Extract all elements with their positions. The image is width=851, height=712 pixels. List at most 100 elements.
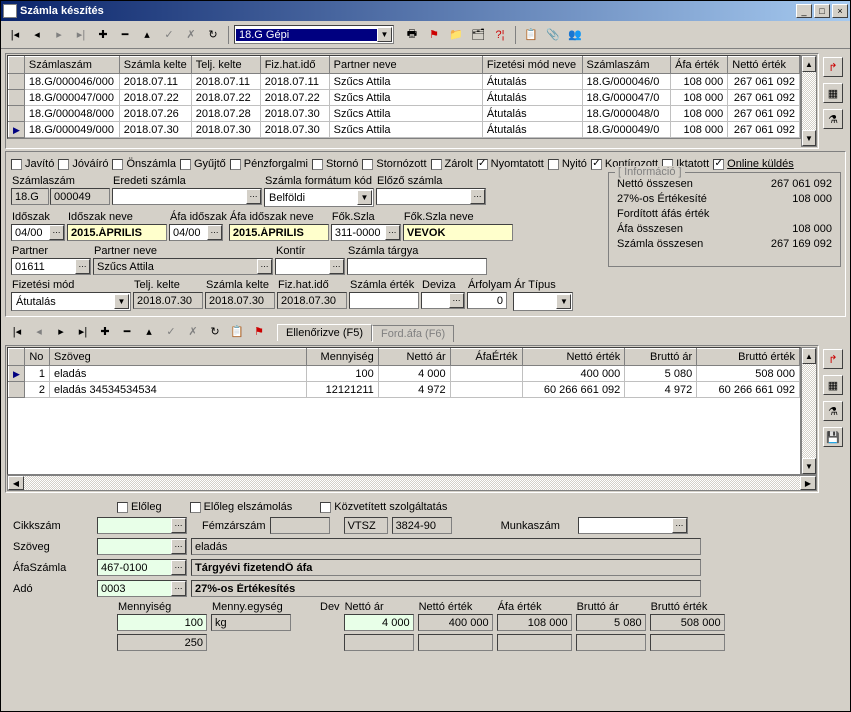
table-row[interactable]: 2eladás 34534534534121212114 97260 266 6… (9, 382, 800, 398)
brar-input: 5 080 (576, 614, 646, 631)
chevron-down-icon[interactable]: ▼ (377, 27, 392, 42)
edit-icon[interactable]: ▴ (139, 321, 159, 341)
munka-input[interactable]: ⋯ (578, 517, 688, 534)
side-grid-icon[interactable]: ▦ (823, 375, 843, 395)
cikk-input[interactable]: ⋯ (97, 517, 187, 534)
close-button[interactable]: × (832, 4, 848, 18)
edit-icon[interactable]: ▴ (137, 25, 157, 45)
side-export-icon[interactable]: ↱ (823, 349, 843, 369)
nav-last-icon[interactable]: ▸| (73, 321, 93, 341)
items-toolbar: |◂ ◂ ▸ ▸| ✚ ━ ▴ ✓ ✗ ↻ 📋 ⚑ Ellenőrizve (F… (5, 319, 846, 343)
refresh-icon[interactable]: ↻ (203, 25, 223, 45)
netar-input[interactable]: 4 000 (344, 614, 414, 631)
chk-stornó[interactable]: Stornó (312, 158, 358, 170)
copy-icon[interactable]: 📋 (227, 321, 247, 341)
users-icon[interactable]: 👥 (565, 25, 585, 45)
ado-desc: 27%-os Értékesítés (191, 580, 701, 597)
artipus-combo[interactable]: ▼ (513, 292, 573, 311)
chk-javító[interactable]: Javító (11, 158, 54, 170)
refresh-icon[interactable]: ↻ (205, 321, 225, 341)
nav-prev-icon[interactable]: ◂ (29, 321, 49, 341)
kontir-input[interactable]: ⋯ (275, 258, 345, 275)
table-row[interactable]: 18.G/000046/0002018.07.112018.07.112018.… (9, 74, 800, 90)
accept-icon[interactable]: ✓ (159, 25, 179, 45)
side-filter-icon[interactable]: ⚗ (823, 109, 843, 129)
chk-pénzforgalmi[interactable]: Pénzforgalmi (230, 158, 308, 170)
vscroll[interactable]: ▲▼ (801, 55, 817, 147)
folder-icon[interactable]: 📁 (446, 25, 466, 45)
add-icon[interactable]: ✚ (93, 25, 113, 45)
eredeti-input[interactable]: ⋯ (112, 188, 262, 205)
hscroll[interactable]: ◀▶ (7, 475, 817, 491)
invoice-grid[interactable]: SzámlaszámSzámla kelteTelj. kelteFiz.hat… (7, 55, 801, 139)
nav-last-icon[interactable]: ▸| (71, 25, 91, 45)
chk-kozvetitett[interactable]: Közvetített szolgáltatás (320, 501, 447, 513)
idoszak-name: 2015.ÁPRILIS (67, 224, 167, 241)
arfolyam-input[interactable]: 0 (467, 292, 507, 309)
chk-eloleg[interactable]: Előleg (117, 501, 162, 513)
nav-prev-icon[interactable]: ◂ (27, 25, 47, 45)
chk-stornózott[interactable]: Stornózott (362, 158, 426, 170)
card-icon[interactable]: 🗂 (468, 25, 488, 45)
accept-icon[interactable]: ✓ (161, 321, 181, 341)
side-grid-icon[interactable]: ▦ (823, 83, 843, 103)
add-icon[interactable]: ✚ (95, 321, 115, 341)
chk-nyitó[interactable]: Nyitó (548, 158, 587, 170)
idoszak-input[interactable]: 04/00⋯ (11, 224, 65, 241)
cancel-icon[interactable]: ✗ (183, 321, 203, 341)
tab-ellenorizve[interactable]: Ellenőrizve (F5) (277, 324, 372, 341)
table-row[interactable]: ▶1eladás1004 000400 0005 080508 000 (9, 366, 800, 382)
telj-input[interactable]: 2018.07.30 (133, 292, 203, 309)
remove-icon[interactable]: ━ (115, 25, 135, 45)
tab-fordafa[interactable]: Ford.áfa (F6) (372, 325, 454, 342)
side-export-icon[interactable]: ↱ (823, 57, 843, 77)
flag-icon[interactable]: ⚑ (424, 25, 444, 45)
afaszamla-input[interactable]: 467-0100⋯ (97, 559, 187, 576)
fok-input[interactable]: 311-0000⋯ (331, 224, 401, 241)
chk-gyűjtő[interactable]: Gyűjtő (180, 158, 226, 170)
kelte-input[interactable]: 2018.07.30 (205, 292, 275, 309)
szoveg-code[interactable]: ⋯ (97, 538, 187, 555)
help-icon[interactable]: ?¦ (490, 25, 510, 45)
table-row[interactable]: 18.G/000047/0002018.07.222018.07.222018.… (9, 90, 800, 106)
fizmod-combo[interactable]: Átutalás▼ (11, 292, 131, 311)
chk-online küldés[interactable]: Online küldés (713, 158, 794, 170)
ado-input[interactable]: 0003⋯ (97, 580, 187, 597)
me-input: kg (211, 614, 291, 631)
partner-input[interactable]: 01611⋯ (11, 258, 91, 275)
afaido-input[interactable]: 04/00⋯ (169, 224, 223, 241)
fizhat-input[interactable]: 2018.07.30 (277, 292, 347, 309)
table-row[interactable]: 18.G/000048/0002018.07.262018.07.282018.… (9, 106, 800, 122)
femz-input[interactable] (270, 517, 330, 534)
elozo-input[interactable]: ⋯ (376, 188, 486, 205)
table-row[interactable]: ▶18.G/000049/0002018.07.302018.07.302018… (9, 122, 800, 138)
chk-eloleg-elsz[interactable]: Előleg elszámolás (190, 501, 293, 513)
chk-zárolt[interactable]: Zárolt (431, 158, 473, 170)
cancel-icon[interactable]: ✗ (181, 25, 201, 45)
chk-jóváíró[interactable]: Jóváíró (58, 158, 108, 170)
format-combo[interactable]: Belföldi▼ (264, 188, 374, 207)
targy-input[interactable] (347, 258, 487, 275)
chk-önszámla[interactable]: Önszámla (112, 158, 176, 170)
series-combo[interactable]: 18.G Gépi ▼ (234, 25, 394, 44)
app-icon (3, 4, 17, 18)
nav-first-icon[interactable]: |◂ (7, 321, 27, 341)
nav-next-icon[interactable]: ▸ (49, 25, 69, 45)
minimize-button[interactable]: _ (796, 4, 812, 18)
side-filter-icon[interactable]: ⚗ (823, 401, 843, 421)
menny-input[interactable]: 100 (117, 614, 207, 631)
print-icon[interactable]: 🖶 (402, 25, 422, 45)
nav-next-icon[interactable]: ▸ (51, 321, 71, 341)
chk-nyomtatott[interactable]: Nyomtatott (477, 158, 544, 170)
items-grid[interactable]: NoSzövegMennyiségNettó árÁfaÉrtékNettó é… (7, 347, 801, 475)
copy-icon[interactable]: 📋 (521, 25, 541, 45)
maximize-button[interactable]: □ (814, 4, 830, 18)
remove-icon[interactable]: ━ (117, 321, 137, 341)
side-save-icon[interactable]: 💾 (823, 427, 843, 447)
deviza-input[interactable]: ⋯ (421, 292, 465, 309)
flag-icon[interactable]: ⚑ (249, 321, 269, 341)
szertek-input[interactable] (349, 292, 419, 309)
vscroll[interactable]: ▲▼ (801, 347, 817, 475)
attach-icon[interactable]: 📎 (543, 25, 563, 45)
nav-first-icon[interactable]: |◂ (5, 25, 25, 45)
